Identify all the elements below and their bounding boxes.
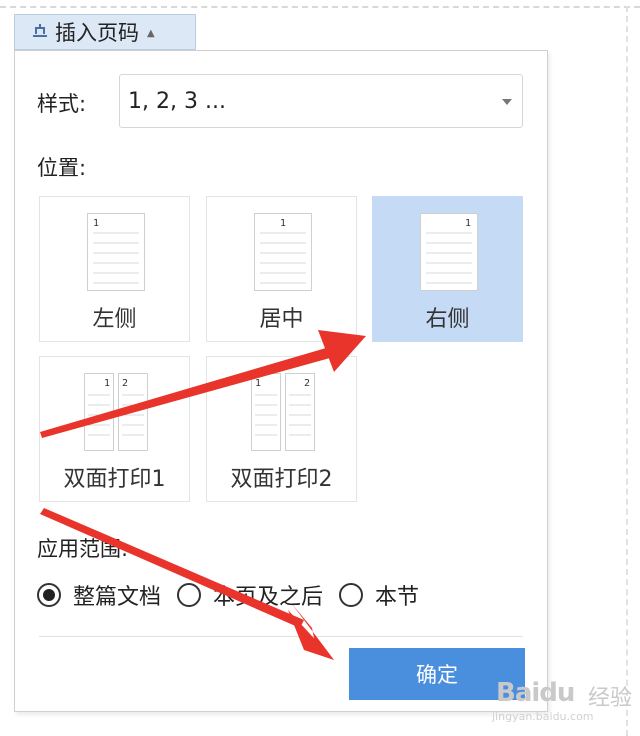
watermark-sub: 经验 [588,686,633,711]
annotation-arrows [40,330,366,660]
watermark-url: jingyan.baidu.com [492,710,594,723]
baidu-jingyan-watermark: Baidu 经验 jingyan.baidu.com [492,664,632,728]
watermark-text: Baidu [496,678,575,708]
annotation-arrow-to-right-position [40,330,366,438]
annotation-arrow-to-ok-button [40,508,334,660]
